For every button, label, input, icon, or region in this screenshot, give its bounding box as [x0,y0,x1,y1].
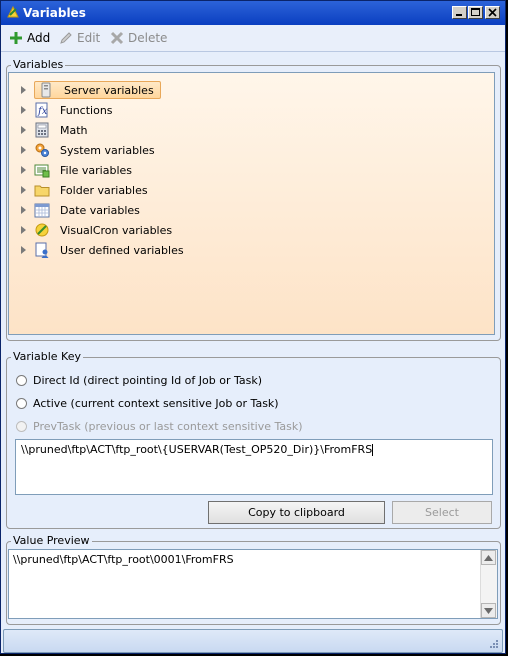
user-file-icon [35,242,49,258]
tree-label: Math [60,123,88,137]
select-label: Select [425,506,459,519]
value-preview-box[interactable]: \\pruned\ftp\ACT\ftp_root\0001\FromFRS [8,549,498,619]
close-button[interactable] [485,6,500,19]
radio-label: Active (current context sensitive Job or… [33,396,279,410]
expand-arrow-icon[interactable] [21,186,26,194]
expand-arrow-icon[interactable] [21,226,26,234]
close-icon [488,8,497,17]
tree-label: System variables [60,143,155,157]
pencil-icon [60,32,72,44]
status-bar [3,629,503,653]
tree-item-system-variables[interactable]: System variables [21,141,159,159]
tree-item-user-defined-variables[interactable]: User defined variables [21,241,188,259]
title-bar[interactable]: Variables [1,1,505,25]
variables-window: Variables Add Edit Delete Variables Serv… [0,0,506,654]
expand-arrow-icon[interactable] [21,86,26,94]
window-title: Variables [23,6,86,20]
variable-key-input[interactable]: \\pruned\ftp\ACT\ftp_root\{USERVAR(Test_… [15,439,493,495]
arrow-down-icon [484,607,493,614]
delete-x-icon [110,31,124,45]
calculator-icon [35,122,49,138]
file-icon [34,164,50,178]
expand-arrow-icon[interactable] [21,246,26,254]
prevtask-radio[interactable]: PrevTask (previous or last context sensi… [16,418,303,434]
radio-button-icon[interactable] [16,420,27,432]
gears-icon [35,143,49,157]
add-label: Add [27,31,51,45]
tree-item-file-variables[interactable]: File variables [21,161,136,179]
active-radio[interactable]: Active (current context sensitive Job or… [16,395,279,411]
maximize-icon [471,8,480,16]
expand-arrow-icon[interactable] [21,206,26,214]
expand-arrow-icon[interactable] [21,126,26,134]
delete-button[interactable]: Delete [110,30,167,46]
expand-arrow-icon[interactable] [21,106,26,114]
tree-label: Folder variables [60,183,148,197]
radio-button-icon[interactable] [16,374,27,386]
svg-text:fx: fx [37,106,48,117]
tree-item-date-variables[interactable]: Date variables [21,201,144,219]
server-icon [41,82,51,98]
folder-icon [34,185,50,197]
scroll-up-button[interactable] [481,550,496,565]
tree-label: VisualCron variables [60,223,173,237]
edit-button[interactable]: Edit [59,30,100,46]
direct-id-radio[interactable]: Direct Id (direct pointing Id of Job or … [16,372,262,388]
minimize-button[interactable] [452,6,467,19]
variable-key-legend: Variable Key [11,350,83,363]
variable-key-text: \\pruned\ftp\ACT\ftp_root\{USERVAR(Test_… [21,443,373,456]
visualcron-icon [35,223,49,237]
plus-icon [10,32,22,44]
resize-grip-icon[interactable] [488,638,499,649]
expand-arrow-icon[interactable] [21,146,26,154]
visualcron-icon [7,5,19,18]
radio-label: PrevTask (previous or last context sensi… [33,419,303,433]
arrow-up-icon [484,554,493,561]
value-preview-text: \\pruned\ftp\ACT\ftp_root\0001\FromFRS [13,553,234,566]
variables-tree[interactable]: Server variables fx Functions Math Syste… [8,72,495,335]
functions-icon: fx [35,102,48,118]
selection-highlight: Server variables [34,81,161,99]
tree-label: Date variables [60,203,140,217]
add-button[interactable]: Add [9,30,50,46]
delete-label: Delete [128,31,168,45]
radio-button-icon[interactable] [16,397,27,409]
calendar-icon [34,203,50,218]
tree-label: File variables [60,163,133,177]
tree-item-server-variables[interactable]: Server variables [21,81,161,99]
variables-legend: Variables [11,58,66,71]
tree-item-functions[interactable]: fx Functions [21,101,117,119]
toolbar: Add Edit Delete [1,25,505,52]
tree-item-visualcron-variables[interactable]: VisualCron variables [21,221,176,239]
vertical-scrollbar[interactable] [480,550,497,618]
tree-label: User defined variables [60,243,184,257]
tree-label: Server variables [64,83,154,97]
radio-label: Direct Id (direct pointing Id of Job or … [33,373,263,387]
copy-to-clipboard-button[interactable]: Copy to clipboard [208,501,385,524]
text-caret [372,444,374,456]
scroll-down-button[interactable] [481,603,496,618]
select-button[interactable]: Select [392,501,492,524]
tree-label: Functions [60,103,113,117]
edit-label: Edit [77,31,101,45]
tree-item-folder-variables[interactable]: Folder variables [21,181,152,199]
copy-label: Copy to clipboard [248,506,345,519]
value-preview-legend: Value Preview [11,534,92,547]
tree-item-math[interactable]: Math [21,121,92,139]
expand-arrow-icon[interactable] [21,166,26,174]
maximize-button[interactable] [468,6,483,19]
minimize-icon [456,14,462,16]
